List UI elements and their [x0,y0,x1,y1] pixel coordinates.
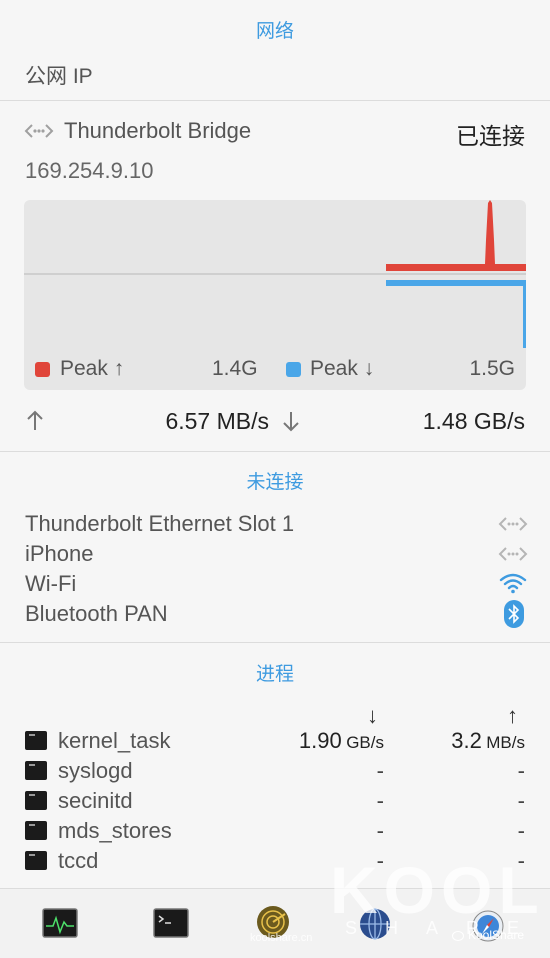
legend-up-label: Peak ↑ [60,357,125,380]
disconnected-section-title: 未连接 [246,472,304,493]
legend-up-swatch [35,362,50,377]
legend-down-swatch [286,362,301,377]
ethernet-icon [498,544,528,569]
process-upload-value: - [517,788,525,813]
divider [0,100,550,101]
list-item[interactable]: Bluetooth PAN [25,601,168,627]
terminal-icon [25,851,47,870]
upload-arrow-icon [24,409,46,433]
legend-down-value: 1.5G [469,357,515,380]
terminal-icon [25,731,47,750]
process-upload-value: 3.2 [451,728,482,753]
process-name[interactable]: secinitd [58,788,133,814]
divider [0,642,550,643]
wifi-icon [499,572,527,599]
process-upload-value: - [517,818,525,843]
upload-speed: 6.57 MB/s [165,408,269,434]
watermark-site: koolshare.cn [250,932,313,944]
process-download-unit: GB/s [346,733,384,752]
upload-column-header: ↑ [507,703,518,728]
bluetooth-icon [504,600,524,633]
ethernet-icon [24,120,54,142]
network-section-title: 网络 [255,21,294,42]
bridge-ip: 169.254.9.10 [25,158,154,183]
process-upload-unit: MB/s [486,733,525,752]
divider [0,451,550,452]
process-name[interactable]: kernel_task [58,728,171,754]
process-download: 1.90 GB/s [299,728,384,754]
legend-down-label: Peak ↓ [310,357,375,380]
process-download-value: 1.90 [298,728,342,753]
bridge-name: Thunderbolt Bridge [64,118,252,143]
list-item[interactable]: Thunderbolt Ethernet Slot 1 [25,511,294,537]
process-upload: 3.2 MB/s [451,728,525,754]
legend-up-value: 1.4G [212,357,258,380]
process-name[interactable]: mds_stores [58,818,172,844]
process-name[interactable]: tccd [58,848,98,874]
terminal-icon [25,761,47,780]
terminal-app-icon[interactable] [153,906,189,942]
activity-monitor-icon[interactable] [42,906,78,942]
download-trace [386,280,526,348]
ethernet-icon [498,514,528,539]
download-arrow-icon [280,409,302,433]
connection-status: 已连接 [456,123,525,149]
wechat-icon [452,930,466,942]
public-ip-label: 公网 IP [25,65,93,88]
traffic-graph: Peak ↑ 1.4G Peak ↓ 1.5G [24,200,526,390]
download-column-header: ↓ [367,703,378,728]
process-upload-value: - [517,758,525,783]
processes-section-title: 进程 [255,664,294,685]
watermark-brand: KOOL [330,853,545,927]
terminal-icon [25,821,47,840]
process-download-value: - [376,788,384,813]
terminal-icon [25,791,47,810]
list-item[interactable]: Wi-Fi [25,571,76,597]
process-name[interactable]: syslogd [58,758,133,784]
list-item[interactable]: iPhone [25,541,94,567]
process-download-value: - [376,758,384,783]
process-download-value: - [376,818,384,843]
upload-trace [386,200,526,271]
watermark-wechat: KoolShare [468,928,525,942]
download-speed: 1.48 GB/s [422,408,525,434]
